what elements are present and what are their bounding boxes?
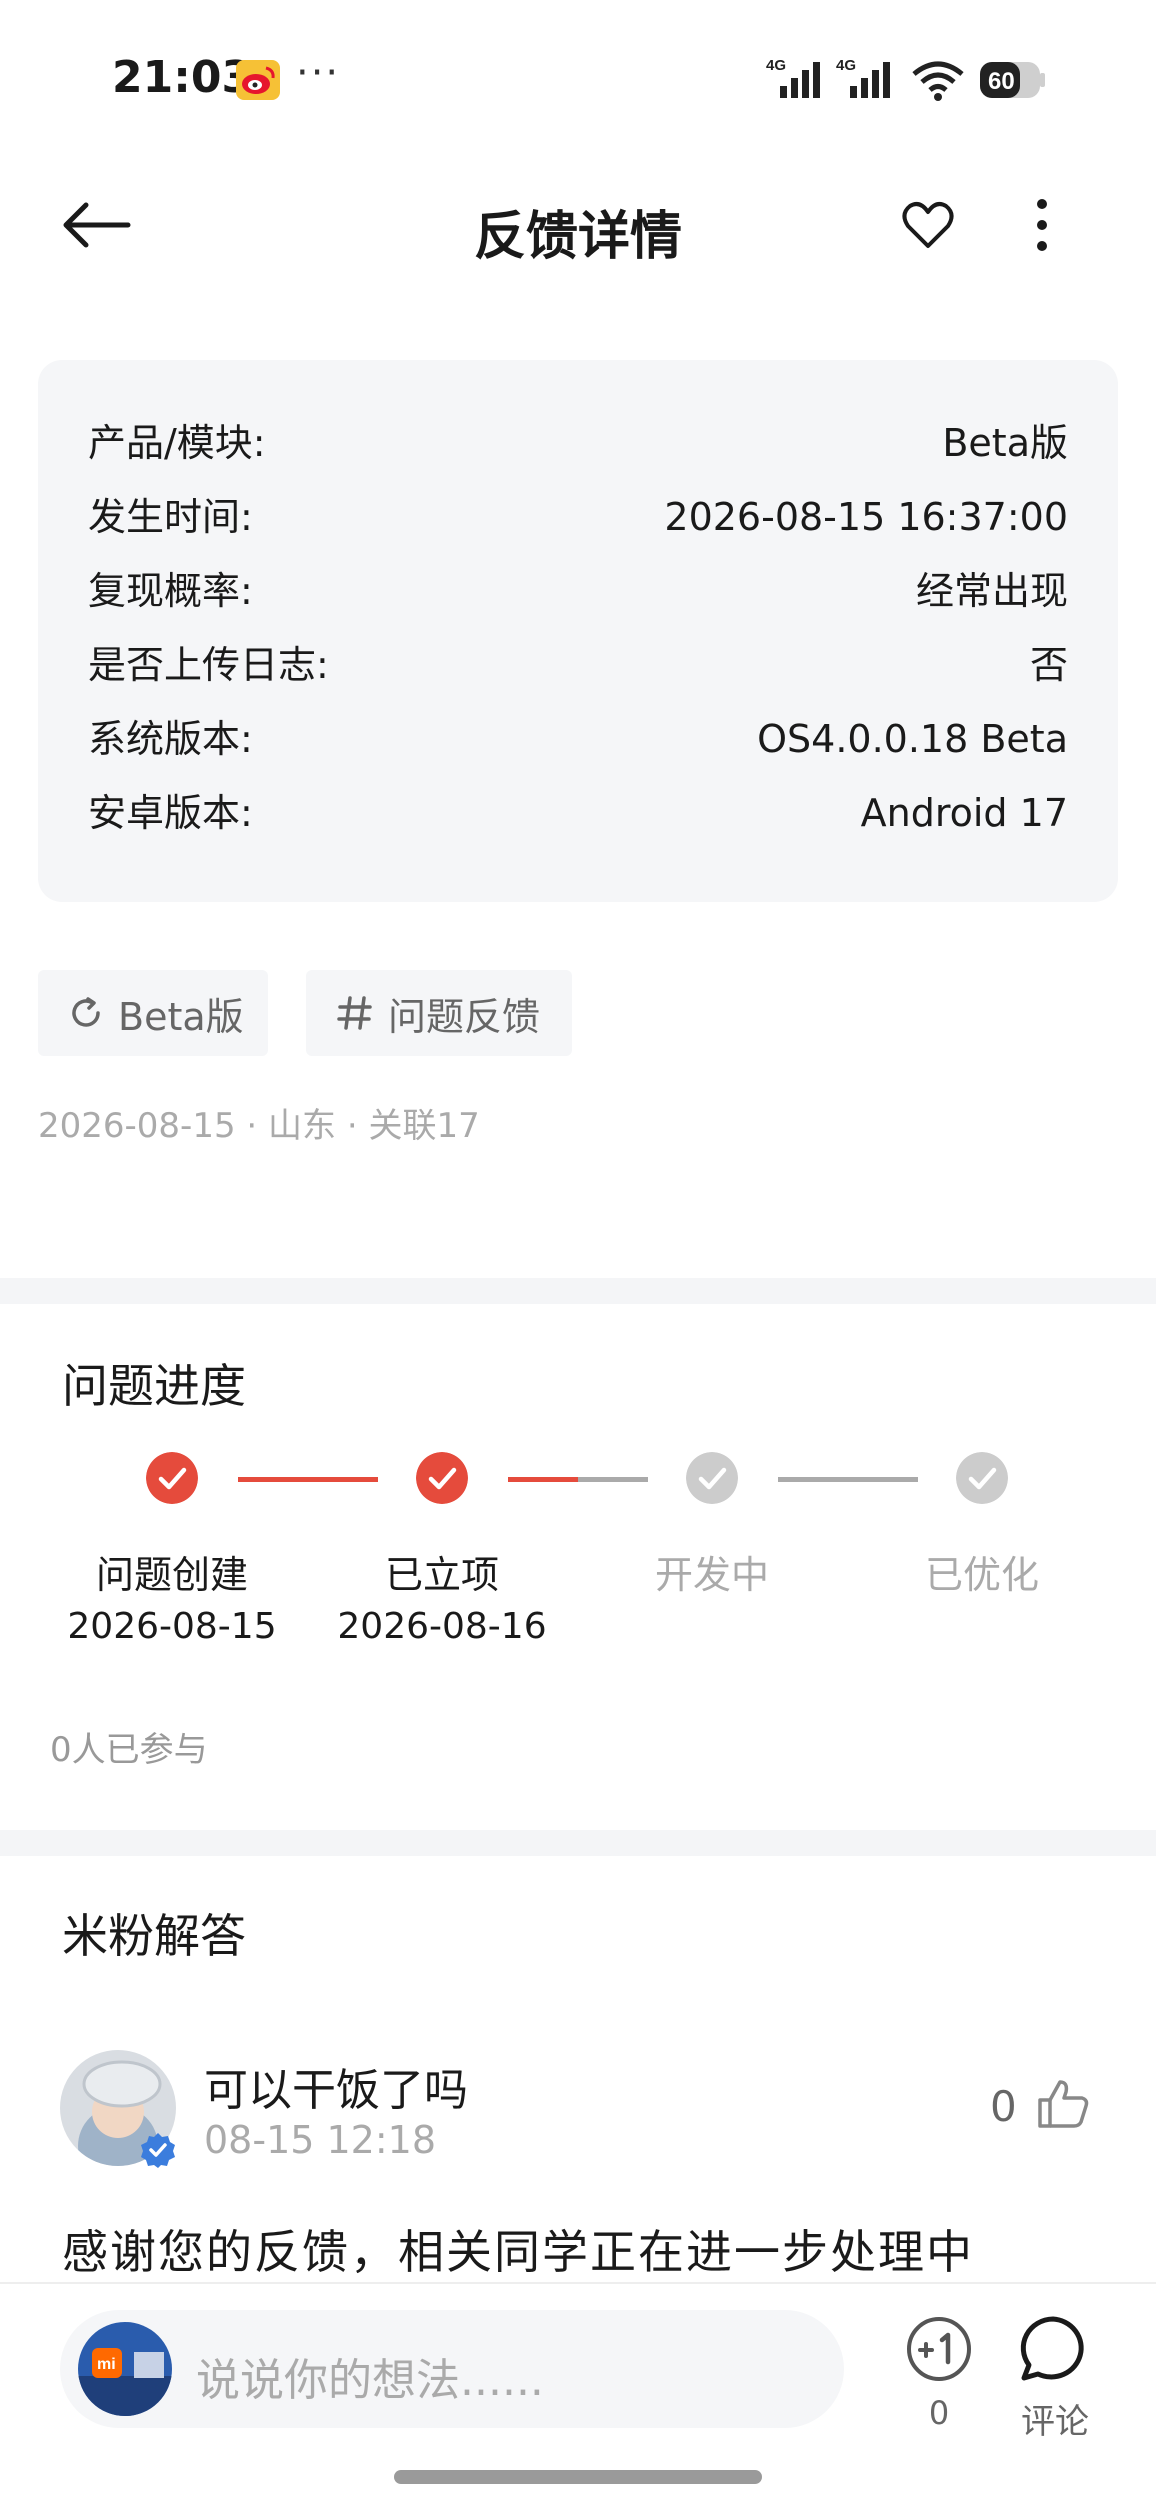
info-label: 产品/模块: <box>88 421 266 465</box>
info-row-android-version: 安卓版本: Android 17 <box>88 776 1068 850</box>
section-divider <box>0 1830 1156 1856</box>
info-value: 经常出现 <box>915 569 1068 613</box>
battery-icon: 60 <box>980 62 1045 98</box>
comment-input[interactable]: mi 说说你的想法...... <box>60 2310 844 2428</box>
comment-placeholder: 说说你的想法...... <box>196 2355 544 2406</box>
info-label: 发生时间: <box>88 495 253 539</box>
info-value: 2026-08-15 16:37:00 <box>664 495 1068 539</box>
like-count: 0 <box>990 2082 1017 2131</box>
tag-feedback[interactable]: 问题反馈 <box>306 970 572 1056</box>
my-avatar: mi <box>78 2322 172 2416</box>
info-row-time: 发生时间: 2026-08-15 16:37:00 <box>88 480 1068 554</box>
info-row-product: 产品/模块: Beta版 <box>88 406 1068 480</box>
step-connector <box>778 1477 918 1482</box>
thumbs-up-icon[interactable] <box>1036 2078 1090 2130</box>
svg-text:mi: mi <box>97 2356 116 2373</box>
signal-4g-icon: 4G <box>766 57 820 98</box>
page-title: 反馈详情 <box>473 207 682 267</box>
progress-title: 问题进度 <box>62 1359 246 1413</box>
signal-4g-icon: 4G <box>836 57 890 98</box>
nav-bar: 反馈详情 <box>0 160 1156 290</box>
status-bar: 21:03 ··· 4G 4G 60 <box>0 0 1156 160</box>
tag-label: Beta版 <box>118 994 244 1039</box>
step-connector <box>578 1477 648 1482</box>
svg-text:60: 60 <box>988 68 1015 95</box>
participants-count: 0人已参与 <box>50 1730 208 1770</box>
info-label: 安卓版本: <box>88 791 253 835</box>
comment-label[interactable]: 评论 <box>1010 2394 1100 2443</box>
step-done-check-icon <box>416 1452 468 1504</box>
step-date: 2026-08-15 <box>67 1606 277 1647</box>
info-value: Beta版 <box>942 421 1068 465</box>
info-row-log-upload: 是否上传日志: 否 <box>88 628 1068 702</box>
step-connector <box>238 1477 378 1482</box>
info-value: OS4.0.0.18 Beta <box>757 717 1068 761</box>
refresh-icon <box>72 997 100 1027</box>
step-pending-check-icon <box>956 1452 1008 1504</box>
svg-text:4G: 4G <box>766 57 786 74</box>
step-label: 已立项 <box>384 1553 499 1597</box>
meta-location: 山东 <box>268 1106 337 1146</box>
svg-text:4G: 4G <box>836 57 856 74</box>
meta-date: 2026-08-15 <box>38 1106 236 1146</box>
info-row-frequency: 复现概率: 经常出现 <box>88 554 1068 628</box>
answer-user-name[interactable]: 可以干饭了吗 <box>204 2054 468 2118</box>
plus-one-icon[interactable] <box>906 2316 972 2382</box>
step-pending-check-icon <box>686 1452 738 1504</box>
favorite-heart-icon[interactable] <box>902 200 954 250</box>
step-label: 开发中 <box>654 1553 769 1597</box>
info-row-system-version: 系统版本: OS4.0.0.18 Beta <box>88 702 1068 776</box>
tag-label: 问题反馈 <box>388 994 541 1039</box>
home-indicator[interactable] <box>394 2470 762 2484</box>
meta-separator: · <box>346 1106 369 1146</box>
info-value: 否 <box>1029 643 1068 687</box>
step-connector-progress <box>508 1477 578 1482</box>
status-time: 21:03 <box>112 52 253 103</box>
info-value: Android 17 <box>860 791 1068 835</box>
meta-separator: · <box>246 1106 269 1146</box>
step-label: 问题创建 <box>95 1553 248 1597</box>
status-more-dots: ··· <box>296 50 341 96</box>
info-label: 是否上传日志: <box>88 643 329 687</box>
hash-icon <box>337 996 372 1030</box>
wifi-icon <box>912 61 964 101</box>
section-divider <box>0 1278 1156 1304</box>
verified-badge-icon <box>141 2133 175 2168</box>
more-vertical-icon[interactable] <box>1028 198 1056 252</box>
meta-related[interactable]: 关联17 <box>368 1106 479 1146</box>
plus-one-count: 0 <box>928 2394 950 2432</box>
comment-bubble-icon[interactable] <box>1018 2314 1088 2384</box>
step-done-check-icon <box>146 1452 198 1504</box>
info-label: 系统版本: <box>88 717 253 761</box>
answer-time: 08-15 12:18 <box>204 2118 437 2162</box>
feedback-info-card: 产品/模块: Beta版 发生时间: 2026-08-15 16:37:00 复… <box>38 360 1118 902</box>
answer-text: 感谢您的反馈，相关同学正在进一步处理中 <box>62 2225 974 2279</box>
step-date: 2026-08-16 <box>337 1606 547 1647</box>
answers-title: 米粉解答 <box>62 1909 246 1963</box>
tag-beta[interactable]: Beta版 <box>38 970 268 1056</box>
step-label: 已优化 <box>924 1553 1039 1597</box>
info-label: 复现概率: <box>88 569 253 613</box>
weibo-icon <box>236 60 280 100</box>
meta-line: 2026-08-15 · 山东 · 关联17 <box>38 1098 480 1147</box>
avatar-image: mi <box>78 2322 172 2416</box>
